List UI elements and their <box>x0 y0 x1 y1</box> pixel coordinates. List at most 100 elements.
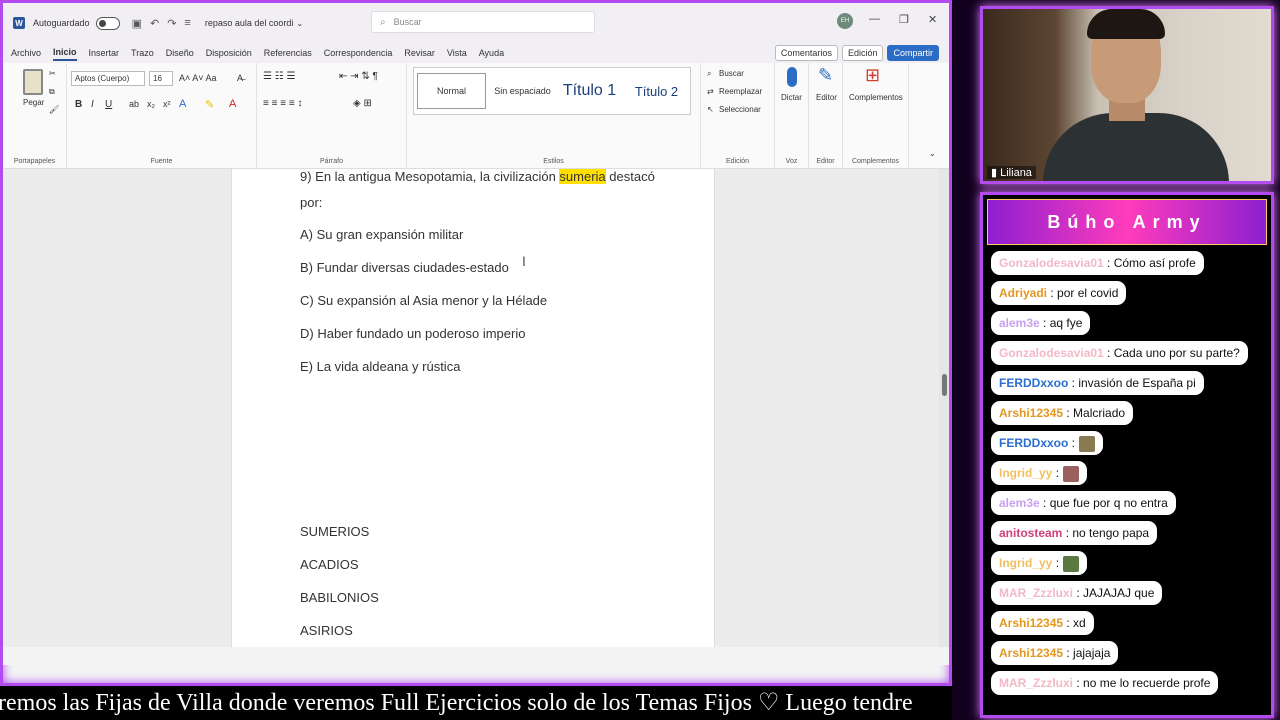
style-no-spacing[interactable]: Sin espaciado <box>489 86 556 96</box>
autosave-toggle[interactable] <box>95 16 120 30</box>
search-icon: ⌕ <box>380 16 386 28</box>
redo-icon[interactable]: ↷ <box>167 17 176 30</box>
addins-button[interactable]: Complementos <box>849 93 903 102</box>
paste-label[interactable]: Pegar <box>23 98 44 107</box>
underline-icon[interactable]: U <box>105 99 112 110</box>
tab-trazo[interactable]: Trazo <box>131 46 154 60</box>
editor-button[interactable]: Editor <box>816 93 837 102</box>
search-input[interactable]: ⌕ Buscar <box>371 11 595 33</box>
share-button[interactable]: Compartir <box>887 45 939 61</box>
minimize-icon[interactable]: — <box>869 13 880 25</box>
microphone-icon[interactable] <box>787 67 797 87</box>
chat-username[interactable]: Gonzalodesavia01 <box>999 346 1104 360</box>
editing-group: ⌕ Buscar ⇄ Reemplazar ↖ Seleccionar Edic… <box>701 63 775 168</box>
chat-text: : no tengo papa <box>1062 526 1150 540</box>
dictate-button[interactable]: Dictar <box>781 93 802 102</box>
save-icon[interactable]: ▣ <box>132 17 142 30</box>
select-icon[interactable]: ↖ <box>707 105 714 114</box>
ticker-text: remos las Fijas de Villa donde veremos F… <box>0 690 913 716</box>
document-page[interactable]: 9) En la antigua Mesopotamia, la civiliz… <box>231 169 715 665</box>
align-icons[interactable]: ≡ ≡ ≡ ≡ ↕ <box>263 98 302 109</box>
maximize-icon[interactable]: ❐ <box>899 13 909 26</box>
grow-font-icon[interactable]: A˄ A˅ Aa <box>179 73 217 83</box>
chat-username[interactable]: Arshi12345 <box>999 406 1063 420</box>
scroll-thumb[interactable] <box>942 374 947 396</box>
italic-icon[interactable]: I <box>91 99 94 110</box>
vertical-scrollbar[interactable] <box>939 169 949 665</box>
editing-mode-button[interactable]: Edición <box>841 45 884 61</box>
tab-referencias[interactable]: Referencias <box>264 46 312 60</box>
bullets-icon[interactable]: ☰ ☷ ☰ <box>263 71 295 82</box>
shading-icon[interactable]: ◈ ⊞ <box>353 98 372 109</box>
chat-username[interactable]: MAR_Zzzluxi <box>999 676 1073 690</box>
customize-qat-icon[interactable]: ≡ <box>184 17 190 29</box>
font-color-icon[interactable]: A <box>229 98 236 110</box>
text-effects-icon[interactable]: A <box>179 98 186 110</box>
tab-archivo[interactable]: Archivo <box>11 46 41 60</box>
person-hair <box>1087 9 1165 39</box>
indent-icon[interactable]: ⇤ ⇥ ⇅ ¶ <box>339 71 378 82</box>
copy-icon[interactable]: ⧉ <box>49 87 55 97</box>
clear-format-icon[interactable]: A̶ <box>237 73 243 83</box>
chat-username[interactable]: alem3e <box>999 316 1040 330</box>
title-bar: W Autoguardado ▣ ↶ ↷ ≡ repaso aula del c… <box>3 3 949 43</box>
addins-icon[interactable]: ⊞ <box>865 65 880 86</box>
tab-correspondencia[interactable]: Correspondencia <box>324 46 393 60</box>
chat-text: : JAJAJAJ que <box>1073 586 1155 600</box>
chat-username[interactable]: anitosteam <box>999 526 1062 540</box>
chat-message: MAR_Zzzluxi : no me lo recuerde profe <box>991 671 1263 701</box>
chat-username[interactable]: Ingrid_yy <box>999 466 1052 480</box>
collapse-ribbon-icon[interactable]: ⌄ <box>929 149 936 158</box>
style-heading1[interactable]: Título 1 <box>556 82 623 100</box>
font-size-select[interactable]: 16 <box>149 71 173 86</box>
strikethrough-icon[interactable]: ab <box>129 99 139 109</box>
tab-disposicion[interactable]: Disposición <box>206 46 252 60</box>
chat-username[interactable]: Arshi12345 <box>999 616 1063 630</box>
tab-ayuda[interactable]: Ayuda <box>479 46 504 60</box>
tab-insertar[interactable]: Insertar <box>89 46 120 60</box>
chevron-down-icon[interactable]: ⌄ <box>296 19 303 28</box>
cut-icon[interactable]: ✂ <box>49 69 56 78</box>
style-heading2[interactable]: Título 2 <box>623 84 690 99</box>
chat-username[interactable]: Arshi12345 <box>999 646 1063 660</box>
paste-icon[interactable] <box>23 69 43 95</box>
find-icon[interactable]: ⌕ <box>707 69 711 79</box>
close-icon[interactable]: ✕ <box>928 13 937 26</box>
webcam-label: ▮ Liliana <box>987 166 1036 179</box>
chat-username[interactable]: Gonzalodesavia01 <box>999 256 1104 270</box>
highlighted-word: sumeria <box>559 169 606 184</box>
document-name[interactable]: repaso aula del coordi <box>205 18 294 28</box>
editor-icon[interactable]: ✎ <box>818 65 833 86</box>
superscript-icon[interactable]: x² <box>163 99 171 109</box>
chat-username[interactable]: Adriyadi <box>999 286 1047 300</box>
undo-icon[interactable]: ↶ <box>150 17 159 30</box>
chat-username[interactable]: alem3e <box>999 496 1040 510</box>
chat-username[interactable]: Ingrid_yy <box>999 556 1052 570</box>
tab-vista[interactable]: Vista <box>447 46 467 60</box>
tab-diseno[interactable]: Diseño <box>166 46 194 60</box>
highlight-icon[interactable]: ✎ <box>205 98 214 111</box>
chat-username[interactable]: MAR_Zzzluxi <box>999 586 1073 600</box>
chat-message: anitosteam : no tengo papa <box>991 521 1263 551</box>
replace-icon[interactable]: ⇄ <box>707 87 714 96</box>
replace-button[interactable]: Reemplazar <box>719 87 762 96</box>
find-button[interactable]: Buscar <box>719 69 744 78</box>
chat-text: : invasión de España pi <box>1068 376 1196 390</box>
select-button[interactable]: Seleccionar <box>719 105 761 114</box>
editing-group-label: Edición <box>726 158 749 165</box>
style-normal[interactable]: Normal <box>417 73 486 109</box>
font-name-select[interactable]: Aptos (Cuerpo) <box>71 71 145 86</box>
chat-message: Arshi12345 : jajajaja <box>991 641 1263 671</box>
chat-username[interactable]: FERDDxxoo <box>999 376 1068 390</box>
ticker-bar: remos las Fijas de Villa donde veremos F… <box>0 686 952 720</box>
tab-inicio[interactable]: Inicio <box>53 45 77 61</box>
avatar[interactable]: EH <box>837 13 853 29</box>
tab-revisar[interactable]: Revisar <box>404 46 435 60</box>
search-placeholder: Buscar <box>393 17 422 27</box>
subscript-icon[interactable]: x₂ <box>147 99 155 109</box>
comments-button[interactable]: Comentarios <box>774 45 838 61</box>
chat-bubble: Arshi12345 : xd <box>991 611 1094 635</box>
chat-username[interactable]: FERDDxxoo <box>999 436 1068 450</box>
bold-icon[interactable]: B <box>75 99 82 110</box>
format-painter-icon[interactable]: 🖌 <box>49 105 59 114</box>
